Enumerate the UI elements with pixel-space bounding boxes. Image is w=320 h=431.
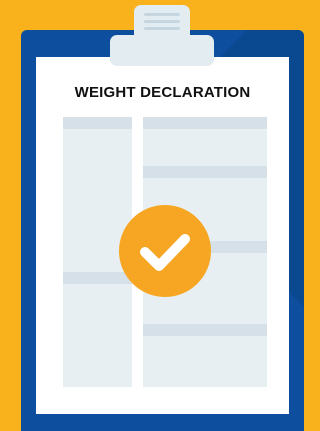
right-column-band (143, 117, 267, 129)
clip-line (144, 20, 180, 23)
clip-line (144, 13, 180, 16)
left-column-band (63, 117, 132, 129)
clipboard-illustration: WEIGHT DECLARATION (0, 0, 306, 431)
clip-top (134, 5, 190, 39)
clipboard-clip (110, 5, 214, 66)
clip-base (110, 35, 214, 66)
clip-line (144, 27, 180, 30)
checkmark-icon (119, 205, 211, 297)
document-title: WEIGHT DECLARATION (74, 84, 251, 101)
right-column-band (143, 166, 267, 178)
right-column-band (143, 324, 267, 336)
